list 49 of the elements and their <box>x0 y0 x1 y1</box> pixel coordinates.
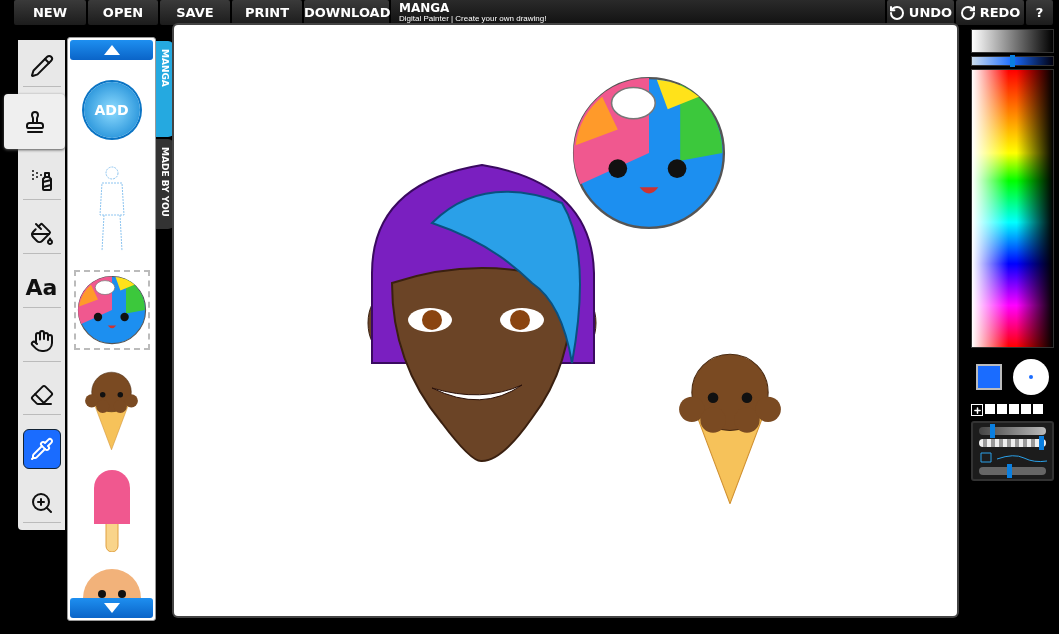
picker-tool[interactable] <box>22 429 61 470</box>
stamp-item[interactable] <box>75 272 148 348</box>
empty-swatch[interactable] <box>1009 404 1019 414</box>
help-button[interactable]: ? <box>1026 0 1053 25</box>
menu-button[interactable]: OPEN <box>88 0 158 25</box>
menu-button[interactable]: NEW <box>14 0 86 25</box>
menu-button[interactable]: PRINT <box>232 0 302 25</box>
slider-thumb[interactable] <box>1006 464 1012 478</box>
beach-ball-drawing <box>76 275 147 345</box>
scroll-down-button[interactable] <box>70 598 153 618</box>
undo-button[interactable]: UNDO <box>887 0 954 25</box>
down-triangle-icon <box>102 602 121 614</box>
brightness-gradient-bar[interactable] <box>971 29 1054 53</box>
redo-icon <box>959 4 976 21</box>
drawing-canvas[interactable] <box>174 25 957 616</box>
app-subtitle: Digital Painter | Create your own drawing! <box>399 13 548 24</box>
plus-icon <box>972 405 982 415</box>
brush-preview <box>1012 359 1049 395</box>
slider-thumb[interactable] <box>1010 55 1015 67</box>
shade-slider[interactable] <box>971 56 1054 66</box>
hand-icon <box>29 329 54 354</box>
spray-can-icon <box>29 167 54 192</box>
slider-thumb[interactable] <box>989 424 995 438</box>
undo-icon <box>888 4 905 21</box>
stamp-tool[interactable] <box>4 93 65 150</box>
menu-button[interactable]: SAVE <box>160 0 230 25</box>
text-tool[interactable]: Aa <box>22 268 61 308</box>
pipette-icon <box>29 437 54 462</box>
paint-bucket-icon <box>29 221 54 246</box>
eraser-icon <box>29 383 54 407</box>
opacity-slider[interactable] <box>979 439 1046 447</box>
current-color-swatch <box>976 364 1003 390</box>
zoom-in-icon <box>29 490 54 515</box>
empty-swatch[interactable] <box>1033 404 1043 414</box>
smoothing-slider[interactable] <box>979 467 1046 475</box>
size-slider[interactable] <box>979 427 1046 435</box>
redo-button[interactable]: REDO <box>956 0 1024 25</box>
app-title: MANGA <box>399 1 451 14</box>
pencil-icon <box>29 54 54 79</box>
empty-swatch[interactable] <box>1021 404 1031 414</box>
add-swatch-button[interactable] <box>971 404 983 416</box>
scroll-up-button[interactable] <box>70 40 153 60</box>
up-triangle-icon <box>102 44 121 56</box>
color-spectrum[interactable] <box>971 69 1054 348</box>
slider-thumb[interactable] <box>1039 436 1045 450</box>
empty-swatch[interactable] <box>985 404 995 414</box>
menu-button[interactable]: DOWNLOAD <box>304 0 389 25</box>
empty-swatch[interactable] <box>997 404 1007 414</box>
smoothing-curve-icon <box>979 451 1049 463</box>
